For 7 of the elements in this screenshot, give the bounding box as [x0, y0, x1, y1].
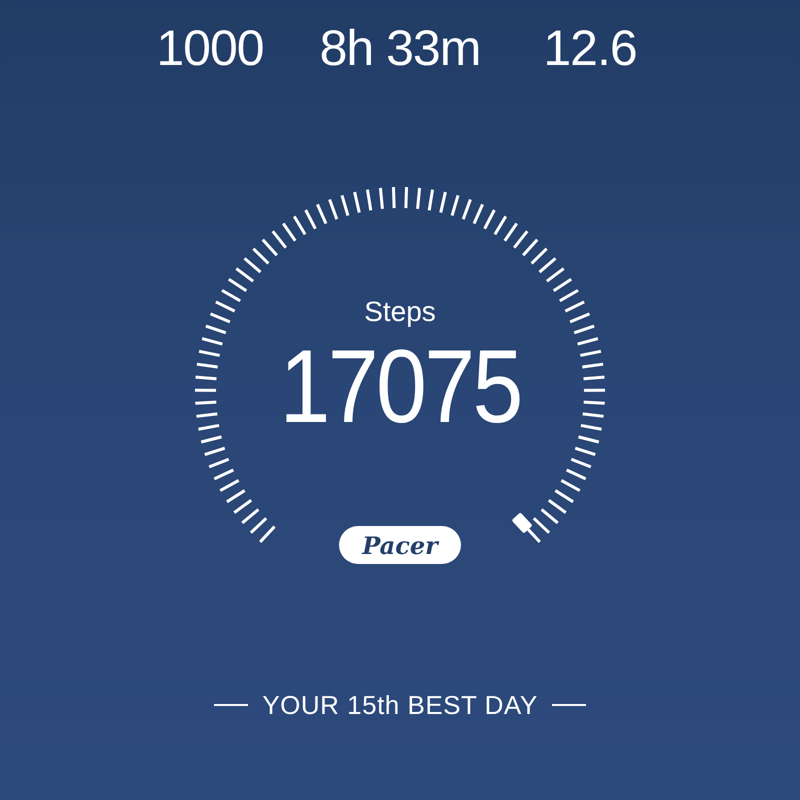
best-day-caption: YOUR 15th BEST DAY: [262, 690, 538, 720]
steps-label: Steps: [364, 296, 436, 328]
pacer-logo: Pacer: [339, 526, 461, 564]
stat-value: 12.6: [542, 20, 638, 76]
stat-value: 8h 33m: [318, 20, 482, 76]
steps-count: 17075: [279, 332, 521, 442]
stat-value: 1000: [155, 20, 265, 76]
